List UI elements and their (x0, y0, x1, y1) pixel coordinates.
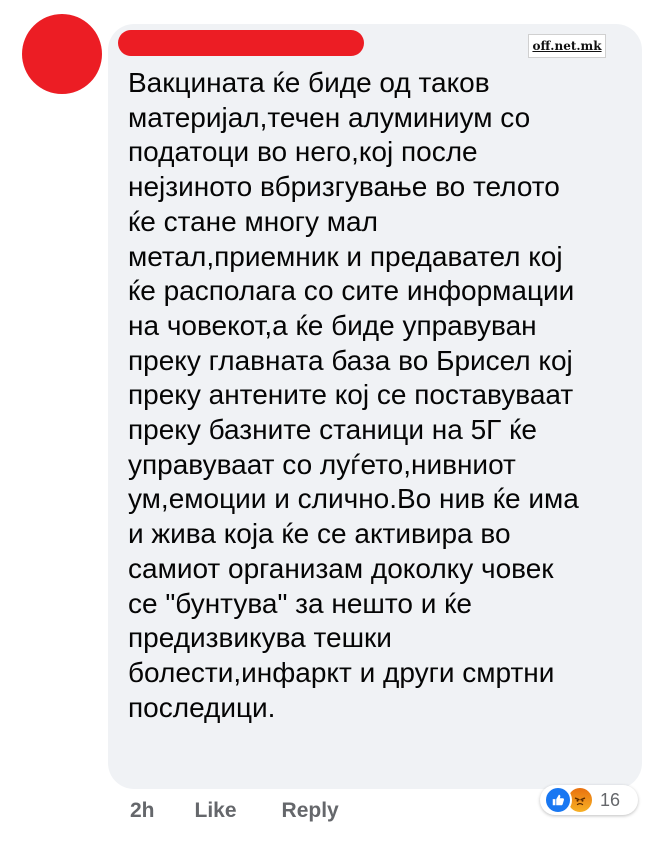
comment-line: предизвикува тешки (128, 622, 392, 654)
reactions-summary[interactable]: 16 (540, 785, 638, 815)
comment-line: на човекот,а ќе биде управуван (128, 309, 537, 341)
author-name-redaction (118, 30, 364, 56)
comment-line: нејзиното вбризгување во телото (128, 171, 560, 203)
comment-line: преку антените кој се поставуваат (128, 379, 574, 411)
comment-line: Вакцината ќе биде од таков (128, 67, 490, 98)
like-icon (544, 786, 572, 814)
avatar[interactable] (22, 14, 102, 94)
reaction-count: 16 (600, 789, 621, 810)
comment-timestamp[interactable]: 2h (130, 799, 155, 823)
comment-line: се "бунтува" за нешто и ќе (128, 587, 472, 619)
comment-line: преку главната база во Брисел кој (128, 344, 573, 376)
comment-line: болести,инфаркт и други смртни (128, 656, 555, 688)
comment-line: ќе располага со сите информации (128, 275, 575, 307)
comment-line: ум,емоции и слично.Во нив ќе има (128, 483, 579, 515)
comment-line: материјал,течен алуминиум со (128, 101, 531, 133)
comment-actions: 2h Like Reply (130, 794, 384, 828)
comment-text: Вакцината ќе биде од таков материјал,теч… (128, 66, 628, 725)
comment-line: метал,приемник и предавател кој (128, 240, 563, 272)
watermark: off.net.mk (528, 34, 606, 58)
like-button[interactable]: Like (195, 799, 237, 823)
comment-line: ќе стане многу мал (128, 205, 378, 237)
reply-button[interactable]: Reply (282, 799, 339, 823)
comment-line: и жива која ќе се активира во (128, 518, 511, 550)
comment-line: самиот организам доколку човек (128, 552, 554, 584)
comment-line: управуваат со луѓето,нивниот (128, 448, 516, 480)
comment-line: преку базните станици на 5Г ќе (128, 414, 537, 446)
comment-line: последици. (128, 691, 276, 723)
comment-line: податоци во него,кој после (128, 136, 478, 168)
